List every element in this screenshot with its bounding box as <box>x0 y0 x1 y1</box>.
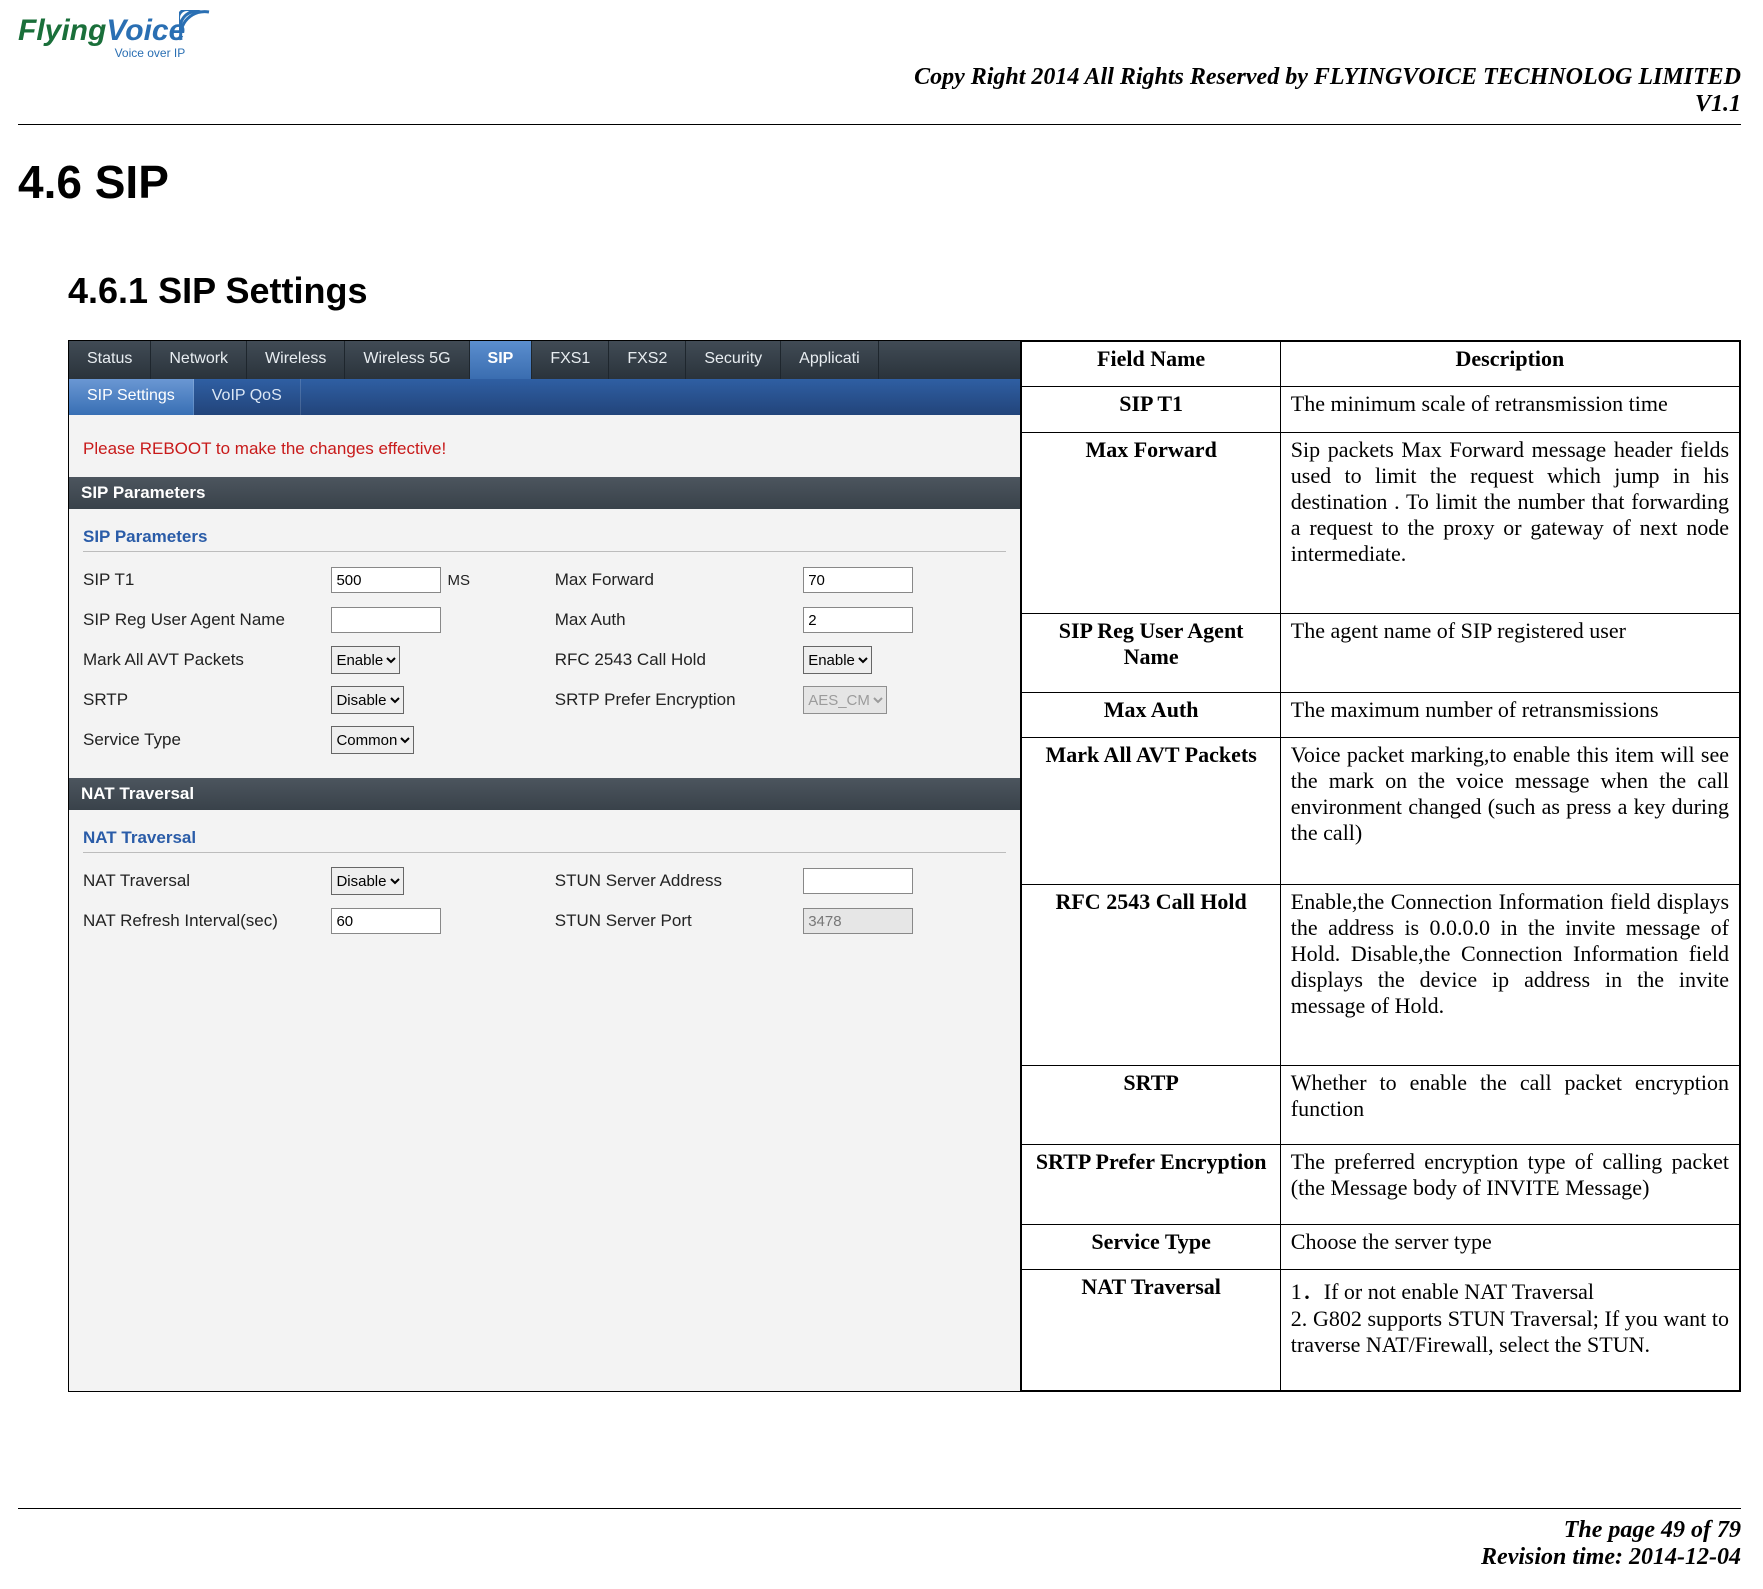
heading-sip-settings: 4.6.1 SIP Settings <box>68 270 367 312</box>
label-srtp-prefer: SRTP Prefer Encryption <box>555 690 803 710</box>
table-row: RFC 2543 Call HoldEnable,the Connection … <box>1022 885 1740 1066</box>
heading-sip: 4.6 SIP <box>18 155 169 209</box>
th-description: Description <box>1280 342 1739 387</box>
table-row: Service TypeChoose the server type <box>1022 1224 1740 1269</box>
label-stun-port: STUN Server Port <box>555 911 803 931</box>
label-nat-traversal: NAT Traversal <box>83 871 331 891</box>
logo: FlyingVoice Voice over IP <box>18 14 185 60</box>
nat-grid: NAT Traversal Disable STUN Server Addres… <box>69 861 1020 959</box>
wifi-icon <box>179 10 215 46</box>
label-srtp: SRTP <box>83 690 331 710</box>
label-sip-reg-ua: SIP Reg User Agent Name <box>83 610 331 630</box>
table-row: SRTP Prefer EncryptionThe preferred encr… <box>1022 1145 1740 1224</box>
section-sip-parameters: SIP Parameters <box>69 477 1020 509</box>
subtab-voip-qos[interactable]: VoIP QoS <box>194 379 301 415</box>
tab-application[interactable]: Applicati <box>781 341 878 379</box>
tab-security[interactable]: Security <box>686 341 781 379</box>
label-rfc2543: RFC 2543 Call Hold <box>555 650 803 670</box>
select-srtp-prefer: AES_CM <box>803 686 887 714</box>
select-service-type[interactable]: Common <box>331 726 414 754</box>
tab-status[interactable]: Status <box>69 341 151 379</box>
group-nat-traversal: NAT Traversal <box>83 828 1006 853</box>
page-number: The page 49 of 79 <box>1481 1517 1741 1544</box>
logo-word1: Flying <box>18 14 106 47</box>
revision-time: Revision time: 2014-12-04 <box>1481 1544 1741 1571</box>
version-text: V1.1 <box>914 91 1741 118</box>
table-row: SIP T1The minimum scale of retransmissio… <box>1022 387 1740 432</box>
main-row: Status Network Wireless Wireless 5G SIP … <box>68 340 1741 1392</box>
tab-wireless5g[interactable]: Wireless 5G <box>345 341 469 379</box>
tab-fxs1[interactable]: FXS1 <box>532 341 609 379</box>
table-row: Max AuthThe maximum number of retransmis… <box>1022 692 1740 737</box>
tab-sip[interactable]: SIP <box>470 341 533 379</box>
label-sip-t1: SIP T1 <box>83 570 331 590</box>
input-max-auth[interactable] <box>803 607 913 633</box>
label-service-type: Service Type <box>83 730 331 750</box>
label-nat-refresh: NAT Refresh Interval(sec) <box>83 911 331 931</box>
logo-tagline: Voice over IP <box>18 46 185 60</box>
select-nat-traversal[interactable]: Disable <box>331 867 404 895</box>
table-row: SIP Reg User Agent NameThe agent name of… <box>1022 613 1740 692</box>
unit-sip-t1: MS <box>447 572 470 589</box>
top-tabs: Status Network Wireless Wireless 5G SIP … <box>69 341 1020 379</box>
input-nat-refresh[interactable] <box>331 908 441 934</box>
tab-wireless[interactable]: Wireless <box>247 341 345 379</box>
section-nat-traversal: NAT Traversal <box>69 778 1020 810</box>
input-stun-port <box>803 908 913 934</box>
logo-word2: Voice <box>106 14 185 47</box>
select-rfc2543[interactable]: Enable <box>803 646 872 674</box>
tab-fxs2[interactable]: FXS2 <box>609 341 686 379</box>
description-table: Field Name Description SIP T1The minimum… <box>1021 341 1740 1391</box>
input-sip-reg-ua[interactable] <box>331 607 441 633</box>
label-mark-avt: Mark All AVT Packets <box>83 650 331 670</box>
select-mark-avt[interactable]: Enable <box>331 646 400 674</box>
sub-tabs: SIP Settings VoIP QoS <box>69 379 1020 415</box>
reboot-message: Please REBOOT to make the changes effect… <box>69 415 1020 477</box>
th-field-name: Field Name <box>1022 342 1280 387</box>
tab-network[interactable]: Network <box>151 341 247 379</box>
input-max-forward[interactable] <box>803 567 913 593</box>
subtab-sip-settings[interactable]: SIP Settings <box>69 379 194 415</box>
input-stun-addr[interactable] <box>803 868 913 894</box>
header-rule <box>18 124 1741 125</box>
group-sip-parameters: SIP Parameters <box>83 527 1006 552</box>
table-row: Mark All AVT PacketsVoice packet marking… <box>1022 738 1740 885</box>
label-max-forward: Max Forward <box>555 570 803 590</box>
footer-right: The page 49 of 79 Revision time: 2014-12… <box>1481 1517 1741 1571</box>
input-sip-t1[interactable] <box>331 567 441 593</box>
table-row: NAT Traversal1．If or not enable NAT Trav… <box>1022 1270 1740 1391</box>
copyright-text: Copy Right 2014 All Rights Reserved by F… <box>914 64 1741 91</box>
header-right: Copy Right 2014 All Rights Reserved by F… <box>914 64 1741 118</box>
sip-parameters-grid: SIP T1 MS Max Forward SIP Reg User Agent… <box>69 560 1020 778</box>
select-srtp[interactable]: Disable <box>331 686 404 714</box>
label-stun-addr: STUN Server Address <box>555 871 803 891</box>
table-row: SRTPWhether to enable the call packet en… <box>1022 1065 1740 1144</box>
footer-rule <box>18 1508 1741 1509</box>
table-row: Max ForwardSip packets Max Forward messa… <box>1022 432 1740 613</box>
label-max-auth: Max Auth <box>555 610 803 630</box>
admin-screenshot: Status Network Wireless Wireless 5G SIP … <box>69 341 1021 1391</box>
